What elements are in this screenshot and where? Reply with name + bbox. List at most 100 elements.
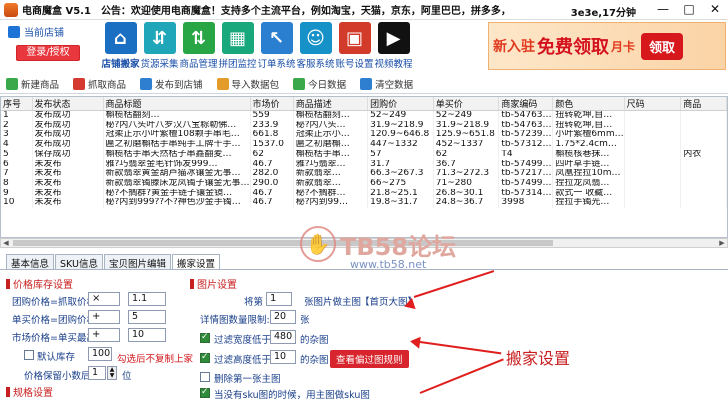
table-cell: 款式一 收藏… xyxy=(552,188,625,199)
table-row[interactable]: 10 未发布 秘?内到999??不?神色沙金手镯… 46.7 秘?内到99… 19.8~3… xyxy=(1,198,727,209)
toolbar-button-3[interactable]: 导入数据包 xyxy=(216,77,279,91)
tab-sku-info[interactable]: SKU信息 xyxy=(55,254,103,270)
filter-width-label: 过滤宽度低于 xyxy=(214,335,272,346)
default-stock-input[interactable]: 100 xyxy=(88,347,112,361)
table-cell: 凤凰捏拉10m… xyxy=(552,169,625,179)
column-header[interactable]: 商品 xyxy=(680,97,727,111)
table-cell: 290.0 xyxy=(250,178,294,189)
table-cell: 62 xyxy=(433,149,500,160)
nav-button-0[interactable]: ⌂ 店铺搬家 xyxy=(101,22,140,70)
table-cell: 扭转乾坤,自… xyxy=(552,110,625,121)
column-header[interactable]: 颜色 xyxy=(552,97,625,111)
table-cell: 匾之初磨槲栝手串纯手工牌十手… xyxy=(103,140,251,150)
nav-button-5[interactable]: ☺ 客服系统 xyxy=(296,22,335,70)
nav-button-3[interactable]: ▦ 拼团监控 xyxy=(218,22,257,70)
table-row[interactable]: 4 发布成功 匾之初磨槲栝手串纯手工牌十手… 1537.0 匾之初磨槲… 447~1332… xyxy=(1,140,727,150)
market-price-op-select[interactable]: + xyxy=(88,328,120,342)
table-cell xyxy=(680,198,727,209)
market-price-input[interactable]: 10 xyxy=(128,328,166,342)
table-cell: 10 xyxy=(1,198,33,209)
toolbar-button-4[interactable]: 今日数据 xyxy=(293,77,346,91)
nav-button-6[interactable]: ▣ 账号设置 xyxy=(335,22,374,70)
table-row[interactable]: 2 发布成功 秘?内八头叶八罗汉八宝粽勒佛… 233.9 秘?内八头… 31.9~218.… xyxy=(1,120,727,131)
promo-banner[interactable]: 新入驻 免费领取 月卡 领取 xyxy=(488,22,726,70)
table-cell xyxy=(624,149,682,160)
column-header[interactable]: 团购价 xyxy=(367,97,434,111)
table-cell: 冠柔正示小… xyxy=(293,130,369,141)
toolbar-button-1[interactable]: 抓取商品 xyxy=(73,77,126,91)
nav-button-4[interactable]: ↖ 订单系统 xyxy=(257,22,296,70)
banner-text-2: 免费领取 xyxy=(537,37,609,58)
nav-button-7[interactable]: ▶ 视频教程 xyxy=(374,22,413,70)
decimal-spinner[interactable]: ▲ ▼ xyxy=(107,366,117,380)
detail-limit-input[interactable]: 20 xyxy=(270,310,296,324)
table-row[interactable]: 7 未发布 新款翡翠黄金葫芦猫冰镶金无事… 282.0 新款翡翠… 66.3~267.3 7… xyxy=(1,169,727,179)
table-cell: 槲榄栝翻刻… xyxy=(293,110,369,121)
view-filter-rules-button[interactable]: 查看偏过图规则 xyxy=(330,350,409,368)
tab-basic-info[interactable]: 基本信息 xyxy=(6,254,55,270)
default-stock-checkbox[interactable] xyxy=(24,350,34,360)
table-cell: 31.9~218.9 xyxy=(367,120,434,131)
nav-button-2[interactable]: ⇅ 商品管理 xyxy=(179,22,218,70)
decimal-label: 价格保留小数后 xyxy=(24,371,91,382)
decimal-input[interactable]: 1 xyxy=(88,366,106,380)
toolbar-button-2[interactable]: 发布到店铺 xyxy=(140,77,203,91)
table-row[interactable]: 3 发布成功 冠柔正示小叶紫檀108颗手串毛… 661.8 冠柔正示小… 120.9~64… xyxy=(1,130,727,141)
table-cell: 新款翡翠黄金葫芦猫冰镶金无事… xyxy=(103,169,251,179)
scroll-right-icon[interactable]: ▶ xyxy=(717,239,727,247)
single-price-op-select[interactable]: + xyxy=(88,310,120,324)
column-header[interactable]: 发布状态 xyxy=(32,97,104,111)
nav-button-1[interactable]: ⇵ 货源采集 xyxy=(140,22,179,70)
table-row[interactable]: 5 保存成功 槲榄栝手串天然栝子串鑫翻麦… 62 槲榄栝手串… 57 62 T4 槲榄核巷抹… 内… xyxy=(1,149,727,160)
table-cell: 冠柔正示小叶紫檀108颗手串毛… xyxy=(103,130,251,141)
minimize-icon[interactable]: — xyxy=(650,1,676,17)
scroll-left-icon[interactable]: ◀ xyxy=(1,239,11,247)
store-panel: 当前店铺 登录/授权 xyxy=(8,24,98,61)
detail-tabs: 基本信息 SKU信息 宝贝图片编辑 搬家设置 xyxy=(6,254,221,270)
table-cell: tb-57312… xyxy=(498,140,554,150)
table-cell: 未发布 xyxy=(32,159,104,170)
spec-section-header: 规格设置 xyxy=(6,384,53,399)
main-image-select[interactable]: 1 xyxy=(266,292,292,306)
tab-image-edit[interactable]: 宝贝图片编辑 xyxy=(103,254,171,270)
table-cell: 46.7 xyxy=(250,159,294,170)
nav-label: 客服系统 xyxy=(296,59,335,70)
filter-height-checkbox[interactable] xyxy=(200,353,210,363)
column-header[interactable]: 商品标题 xyxy=(103,97,251,111)
column-header[interactable]: 商品描述 xyxy=(293,97,369,111)
table-cell: 31.9~218.9 xyxy=(433,120,500,131)
tab-move-settings[interactable]: 搬家设置 xyxy=(172,254,221,270)
toolbar-button-0[interactable]: 新建商品 xyxy=(6,77,59,91)
column-header[interactable]: 商家编码 xyxy=(498,97,554,111)
claim-button[interactable]: 领取 xyxy=(641,32,684,60)
group-price-input[interactable]: 1.1 xyxy=(128,292,166,306)
table-row[interactable]: 6 未发布 雅?巧翡翠金毛针饰发999… 46.7 雅?巧翡翠… 31.7 36.7 tb-5… xyxy=(1,159,727,170)
table-cell xyxy=(624,120,682,131)
nav-6-icon: ▣ xyxy=(338,22,371,54)
filter-width-input[interactable]: 480 xyxy=(270,330,296,344)
single-price-input[interactable]: 5 xyxy=(128,310,166,324)
login-button[interactable]: 登录/授权 xyxy=(16,45,80,61)
scroll-thumb[interactable] xyxy=(13,240,553,246)
sku-image-checkbox[interactable] xyxy=(200,388,210,398)
group-price-op-select[interactable]: × xyxy=(88,292,120,306)
product-table[interactable]: 序号 发布状态 商品标题 市场价 商品描述 团购价 单买价 商家编码 颜色 尺码 商品 1 发布成功槲… xyxy=(0,96,728,238)
column-header[interactable]: 单买价 xyxy=(433,97,500,111)
column-header[interactable]: 市场价 xyxy=(250,97,294,111)
toolbar-button-5[interactable]: 清空数据 xyxy=(360,77,413,91)
column-header[interactable]: 尺码 xyxy=(624,97,682,111)
nav-label: 拼团监控 xyxy=(218,59,257,70)
table-row[interactable]: 1 发布成功 槲榄栝翻刻… 559 槲榄栝翻刻… 52~249 52~249 tb-54763… xyxy=(1,110,727,121)
maximize-icon[interactable]: □ xyxy=(676,1,702,17)
table-cell: 保存成功 xyxy=(32,149,104,160)
filter-width-checkbox[interactable] xyxy=(200,333,210,343)
table-cell: 槲榄栝翻刻… xyxy=(103,110,251,121)
table-row[interactable]: 8 未发布 新款翡翠镯滕床龙凤镯子镶金无事… 290.0 新款翡翠… 66~275 71~2… xyxy=(1,178,727,189)
delete-first-checkbox[interactable] xyxy=(200,372,210,382)
table-cell: 46.7 xyxy=(250,188,294,199)
column-header[interactable]: 序号 xyxy=(1,97,33,111)
filter-height-input[interactable]: 10 xyxy=(270,350,296,364)
nav-5-icon: ☺ xyxy=(299,22,332,54)
table-row[interactable]: 9 未发布 秘?不搁群?黄金手链子镶金镜… 46.7 秘?不搁群… 21.8~25.1 26… xyxy=(1,188,727,199)
close-icon[interactable]: ✕ xyxy=(702,1,728,17)
